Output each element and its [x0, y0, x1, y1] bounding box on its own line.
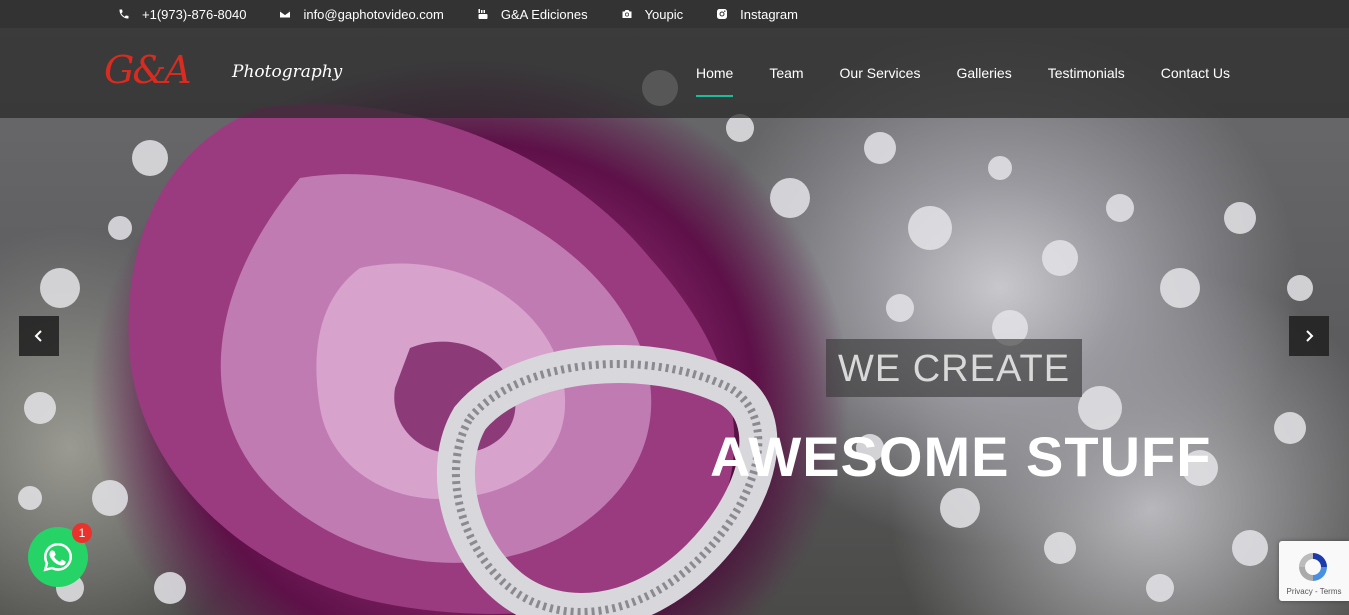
nav-team[interactable]: Team: [769, 28, 803, 90]
topbar-instagram-label: Instagram: [740, 6, 798, 22]
topbar-email-label: info@gaphotovideo.com: [303, 6, 444, 22]
camera-icon: [621, 8, 633, 20]
youtube-icon: [477, 8, 489, 20]
nav-galleries[interactable]: Galleries: [956, 28, 1011, 90]
chevron-left-icon: [34, 330, 42, 342]
topbar-youtube-label: G&A Ediciones: [500, 6, 588, 22]
topbar-youpic-label: Youpic: [644, 6, 684, 22]
topbar-phone-link[interactable]: +1(973)-876-8040: [118, 7, 246, 22]
recaptcha-badge[interactable]: Privacy - Terms: [1279, 541, 1349, 601]
logo-main-text: G&A: [104, 48, 192, 92]
slide-caption-small: WE CREATE: [826, 339, 1082, 397]
chevron-right-icon: [1306, 330, 1314, 342]
instagram-icon: [716, 8, 728, 20]
main-nav: Home Team Our Services Galleries Testimo…: [660, 28, 1230, 97]
site-logo[interactable]: G&A Photography: [104, 48, 349, 98]
nav-contact-us[interactable]: Contact Us: [1161, 28, 1230, 90]
recaptcha-privacy-terms[interactable]: Privacy - Terms: [1279, 587, 1349, 596]
phone-icon: [118, 8, 130, 20]
topbar-phone-label: +1(973)-876-8040: [142, 6, 247, 22]
nav-testimonials[interactable]: Testimonials: [1048, 28, 1125, 90]
slide-caption-large: AWESOME STUFF: [710, 425, 1212, 488]
whatsapp-notification-badge: 1: [72, 523, 92, 543]
topbar-instagram-link[interactable]: Instagram: [716, 7, 798, 22]
topbar-youtube-link[interactable]: G&A Ediciones: [477, 7, 588, 22]
slider-next-button[interactable]: [1289, 316, 1329, 356]
recaptcha-icon: [1299, 553, 1327, 581]
topbar-youpic-link[interactable]: Youpic: [621, 6, 684, 22]
topbar-email-link[interactable]: info@gaphotovideo.com: [279, 6, 444, 22]
whatsapp-icon: [43, 542, 73, 572]
logo-sub-text: Photography: [232, 62, 343, 82]
nav-our-services[interactable]: Our Services: [840, 28, 921, 90]
top-contact-bar: +1(973)-876-8040 info@gaphotovideo.com G…: [0, 0, 1349, 28]
nav-home[interactable]: Home: [695, 28, 734, 97]
envelope-icon: [279, 8, 291, 20]
slider-prev-button[interactable]: [19, 316, 59, 356]
